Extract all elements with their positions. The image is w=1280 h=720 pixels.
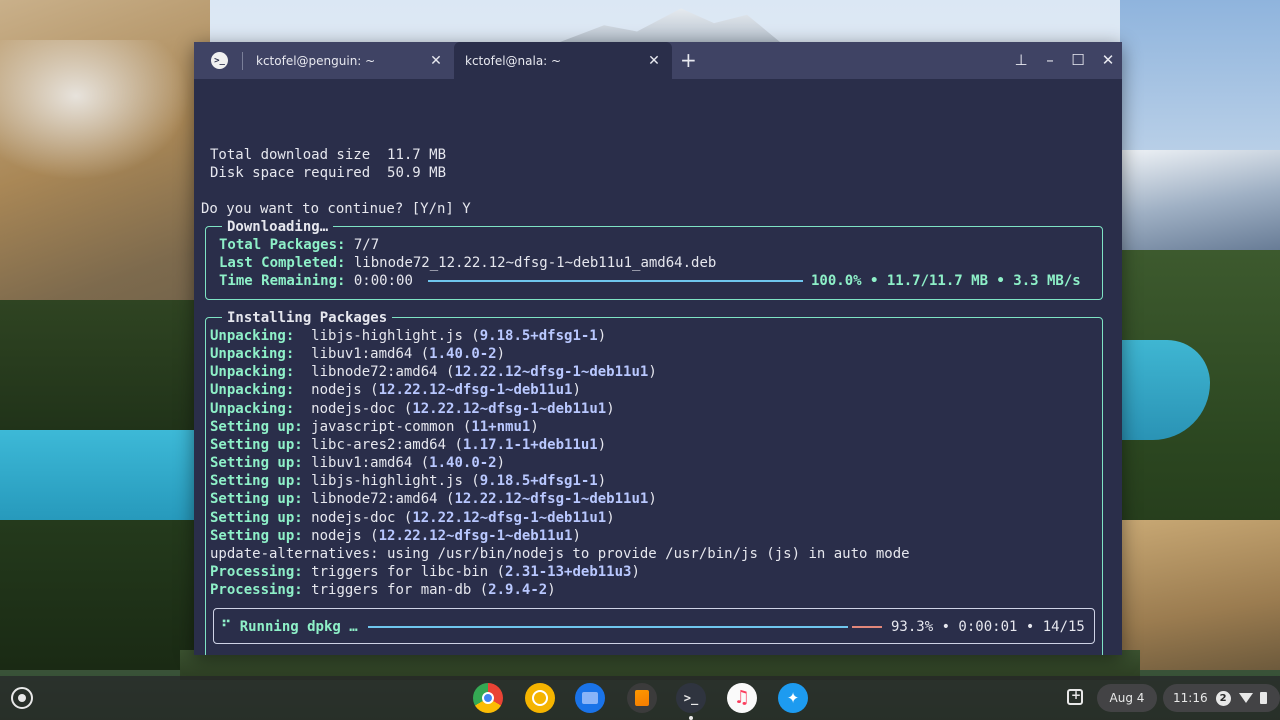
terminal-output[interactable]: Total download size 11.7 MB Disk space r… <box>194 79 1122 655</box>
install-log-line: Setting up: libjs-highlight.js (9.18.5+d… <box>210 473 607 490</box>
install-log-line: Unpacking: nodejs-doc (12.22.12~dfsg-1~d… <box>210 400 615 417</box>
tote-icon[interactable] <box>1067 688 1083 705</box>
terminal-icon: >_ <box>211 52 228 69</box>
install-log-line: Unpacking: libuv1:amd64 (1.40.0-2) <box>210 346 506 363</box>
launcher-icon[interactable] <box>11 687 33 709</box>
summary-line: Total download size 11.7 MB <box>210 147 447 163</box>
tab-bar: >_ kctofel@penguin: ~ ✕ kctofel@nala: ~ … <box>194 42 1122 79</box>
spinner-icon: ⠋ <box>221 619 232 635</box>
install-log-line: update-alternatives: using /usr/bin/node… <box>210 545 910 562</box>
install-log-line: Setting up: nodejs-doc (12.22.12~dfsg-1~… <box>210 509 615 526</box>
download-box-title: Downloading… <box>222 218 334 236</box>
install-log-line: Unpacking: libjs-highlight.js (9.18.5+df… <box>210 328 607 344</box>
music-icon[interactable]: ♫ <box>727 683 757 713</box>
download-progress-fill <box>428 280 803 282</box>
wallpaper-peak <box>560 8 780 42</box>
dpkg-line: ⠋ Running dpkg … <box>221 618 358 636</box>
dpkg-progress-remaining <box>852 626 882 628</box>
dpkg-label: Running dpkg … <box>239 619 358 635</box>
install-log-line: Unpacking: libnode72:amd64 (12.22.12~dfs… <box>210 364 657 381</box>
install-log-line: Setting up: libc-ares2:amd64 (1.17.1-1+d… <box>210 436 607 453</box>
notification-badge: 2 <box>1215 690 1231 706</box>
close-window-icon[interactable]: ✕ <box>1097 50 1119 70</box>
wallpaper-rock <box>1120 520 1280 670</box>
chrome-icon[interactable] <box>473 683 503 713</box>
wifi-icon <box>1238 693 1253 703</box>
minimize-icon[interactable]: – <box>1039 50 1061 70</box>
tab-title: kctofel@nala: ~ <box>465 53 562 68</box>
install-log-line: Processing: triggers for libc-bin (2.31-… <box>210 563 640 580</box>
close-tab-icon[interactable]: ✕ <box>644 53 664 69</box>
dpkg-progress-bar <box>368 626 882 628</box>
install-log-line: Setting up: libuv1:amd64 (1.40.0-2) <box>210 455 506 472</box>
status-area[interactable]: 11:16 2 <box>1163 684 1280 712</box>
pin-icon[interactable]: ⊥ <box>1010 50 1032 70</box>
dpkg-stats: 93.3% • 0:00:01 • 14/15 <box>891 619 1085 635</box>
install-log-line: Setting up: javascript-common (11+nmu1) <box>210 418 539 435</box>
summary-line: Disk space required 50.9 MB <box>210 165 447 181</box>
new-tab-icon[interactable]: + <box>680 49 697 71</box>
running-indicator <box>689 716 693 720</box>
install-log-line: Processing: triggers for man-db (2.9.4-2… <box>210 582 556 599</box>
install-log-line: Setting up: libnode72:amd64 (12.22.12~df… <box>210 491 657 508</box>
clock: 11:16 <box>1173 691 1208 705</box>
date-button[interactable]: Aug 4 <box>1097 684 1157 712</box>
wallpaper-trees <box>0 520 200 670</box>
close-tab-icon[interactable]: ✕ <box>426 53 446 69</box>
download-stats: 100.0% • 11.7/11.7 MB • 3.3 MB/s <box>811 273 1081 289</box>
wallpaper-snow <box>0 40 190 180</box>
twitter-icon[interactable]: ✦ <box>778 683 808 713</box>
battery-icon <box>1259 692 1267 704</box>
sublime-icon[interactable] <box>627 683 657 713</box>
tab-divider <box>242 51 243 70</box>
install-log-line: Setting up: nodejs (12.22.12~dfsg-1~deb1… <box>210 527 581 544</box>
keep-icon[interactable] <box>525 683 555 713</box>
install-box-title: Installing Packages <box>222 309 393 327</box>
time-remaining-line: Time Remaining: 0:00:00 <box>219 273 413 289</box>
install-log-line: Unpacking: nodejs (12.22.12~dfsg-1~deb11… <box>210 382 581 399</box>
tab-title: kctofel@penguin: ~ <box>256 53 376 68</box>
tab-nala[interactable]: kctofel@nala: ~ ✕ <box>454 42 672 79</box>
download-progress-bar <box>428 280 803 282</box>
terminal-window: >_ kctofel@penguin: ~ ✕ kctofel@nala: ~ … <box>194 42 1122 655</box>
shelf: >_ ♫ ✦ Aug 4 11:16 2 <box>0 676 1280 720</box>
tab-penguin[interactable]: >_ kctofel@penguin: ~ ✕ <box>194 42 454 79</box>
date-label: Aug 4 <box>1109 691 1145 705</box>
files-icon[interactable] <box>575 683 605 713</box>
dpkg-progress-fill <box>368 626 848 628</box>
continue-prompt: Do you want to continue? [Y/n] Y <box>201 201 471 217</box>
maximize-icon[interactable]: ☐ <box>1067 50 1089 70</box>
terminal-icon[interactable]: >_ <box>676 683 706 713</box>
total-packages-line: Total Packages: 7/7 <box>219 237 380 253</box>
last-completed-line: Last Completed: libnode72_12.22.12~dfsg-… <box>219 255 717 271</box>
